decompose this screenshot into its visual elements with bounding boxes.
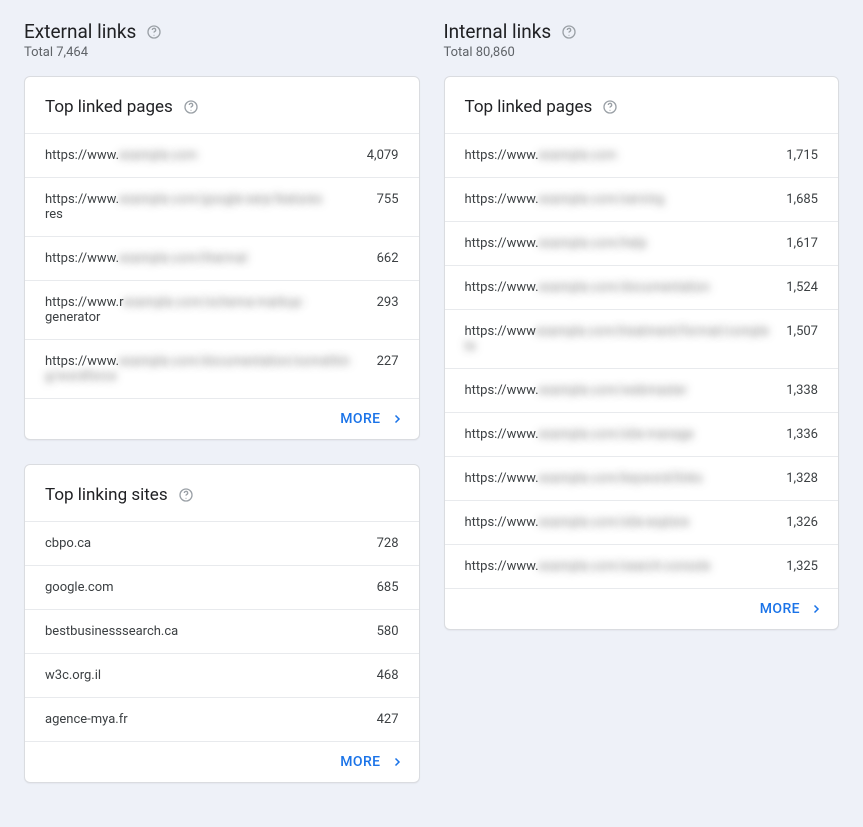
more-button[interactable]: MORE: [760, 601, 822, 617]
table-row[interactable]: https://www.example.com/site-manage1,336: [445, 412, 839, 456]
table-row[interactable]: https://www.example.com/help1,617: [445, 221, 839, 265]
page-count: 1,507: [786, 324, 818, 339]
help-icon[interactable]: [178, 487, 194, 503]
site-count: 728: [377, 536, 399, 551]
page-count: 227: [377, 354, 399, 369]
table-row[interactable]: https://www.example.com/search-console1,…: [445, 544, 839, 588]
page-count: 1,325: [786, 559, 818, 574]
page-url: https://www.example.com/serving: [465, 192, 787, 207]
page-url: https://www.example.com/google-serp-feat…: [45, 192, 377, 222]
page-url: https://www.example.com/webmaster: [465, 383, 787, 398]
table-row[interactable]: google.com685: [25, 565, 419, 609]
page-count: 662: [377, 251, 399, 266]
external-links-column: External links Total 7,464 Top linked pa…: [24, 20, 420, 807]
external-top-linked-pages-card: Top linked pages https://www.example.com…: [24, 76, 420, 440]
table-row[interactable]: https://www.rexample.com/schema-markup-g…: [25, 280, 419, 339]
table-row[interactable]: cbpo.ca728: [25, 521, 419, 565]
table-row[interactable]: https://wwwexample.com/treatment/format/…: [445, 309, 839, 368]
help-icon[interactable]: [183, 99, 199, 115]
more-label: MORE: [340, 411, 380, 427]
page-url: https://www.example.com/site-explore: [465, 515, 787, 530]
page-count: 1,715: [786, 148, 818, 163]
site-domain: bestbusinesssearch.ca: [45, 624, 377, 639]
internal-links-column: Internal links Total 80,860 Top linked p…: [444, 20, 840, 807]
page-url: https://www.example.com/site-manage: [465, 427, 787, 442]
more-button[interactable]: MORE: [340, 754, 402, 770]
page-count: 293: [377, 295, 399, 310]
card-title: Top linked pages: [45, 97, 173, 117]
table-row[interactable]: https://www.example.com/webmaster1,338: [445, 368, 839, 412]
page-count: 1,685: [786, 192, 818, 207]
page-url: https://www.example.com/keyword/links: [465, 471, 787, 486]
page-count: 755: [377, 192, 399, 207]
table-row[interactable]: agence-mya.fr427: [25, 697, 419, 741]
external-top-linking-sites-card: Top linking sites cbpo.ca728google.com68…: [24, 464, 420, 783]
external-links-title: External links: [24, 20, 136, 43]
card-title: Top linked pages: [465, 97, 593, 117]
table-row[interactable]: https://www.example.com/google-serp-feat…: [25, 177, 419, 236]
chevron-right-icon: [810, 603, 822, 615]
page-count: 1,524: [786, 280, 818, 295]
more-label: MORE: [760, 601, 800, 617]
table-row[interactable]: https://www.example.com/keyword/links1,3…: [445, 456, 839, 500]
page-count: 1,336: [786, 427, 818, 442]
more-button[interactable]: MORE: [340, 411, 402, 427]
site-count: 580: [377, 624, 399, 639]
page-url: https://www.example.com: [45, 148, 367, 163]
help-icon[interactable]: [561, 24, 577, 40]
site-domain: agence-mya.fr: [45, 712, 377, 727]
internal-top-linked-pages-card: Top linked pages https://www.example.com…: [444, 76, 840, 630]
table-row[interactable]: https://www.example.com1,715: [445, 133, 839, 177]
more-label: MORE: [340, 754, 380, 770]
site-count: 427: [377, 712, 399, 727]
page-url: https://www.rexample.com/schema-markup-g…: [45, 295, 377, 325]
table-row[interactable]: https://www.example.com/serving1,685: [445, 177, 839, 221]
help-icon[interactable]: [146, 24, 162, 40]
table-row[interactable]: https://www.example.com/documentation/so…: [25, 339, 419, 398]
page-count: 1,338: [786, 383, 818, 398]
internal-links-title: Internal links: [444, 20, 552, 43]
table-row[interactable]: https://www.example.com4,079: [25, 133, 419, 177]
site-domain: w3c.org.il: [45, 668, 377, 683]
table-row[interactable]: https://www.example.com/documentation1,5…: [445, 265, 839, 309]
internal-links-total: Total 80,860: [444, 45, 840, 60]
site-domain: cbpo.ca: [45, 536, 377, 551]
page-url: https://www.example.com/thermal: [45, 251, 377, 266]
chevron-right-icon: [391, 756, 403, 768]
page-count: 1,328: [786, 471, 818, 486]
site-domain: google.com: [45, 580, 377, 595]
page-url: https://www.example.com/documentation: [465, 280, 787, 295]
page-count: 4,079: [367, 148, 399, 163]
external-links-total: Total 7,464: [24, 45, 420, 60]
page-url: https://wwwexample.com/treatment/format/…: [465, 324, 787, 354]
table-row[interactable]: bestbusinesssearch.ca580: [25, 609, 419, 653]
site-count: 468: [377, 668, 399, 683]
page-url: https://www.example.com: [465, 148, 787, 163]
external-links-header: External links Total 7,464: [24, 20, 420, 60]
page-url: https://www.example.com/help: [465, 236, 787, 251]
table-row[interactable]: https://www.example.com/thermal662: [25, 236, 419, 280]
table-row[interactable]: https://www.example.com/site-explore1,32…: [445, 500, 839, 544]
table-row[interactable]: w3c.org.il468: [25, 653, 419, 697]
help-icon[interactable]: [602, 99, 618, 115]
page-count: 1,617: [786, 236, 818, 251]
site-count: 685: [377, 580, 399, 595]
page-url: https://www.example.com/search-console: [465, 559, 787, 574]
page-url: https://www.example.com/documentation/so…: [45, 354, 377, 384]
internal-links-header: Internal links Total 80,860: [444, 20, 840, 60]
page-count: 1,326: [786, 515, 818, 530]
card-title: Top linking sites: [45, 485, 168, 505]
chevron-right-icon: [391, 413, 403, 425]
